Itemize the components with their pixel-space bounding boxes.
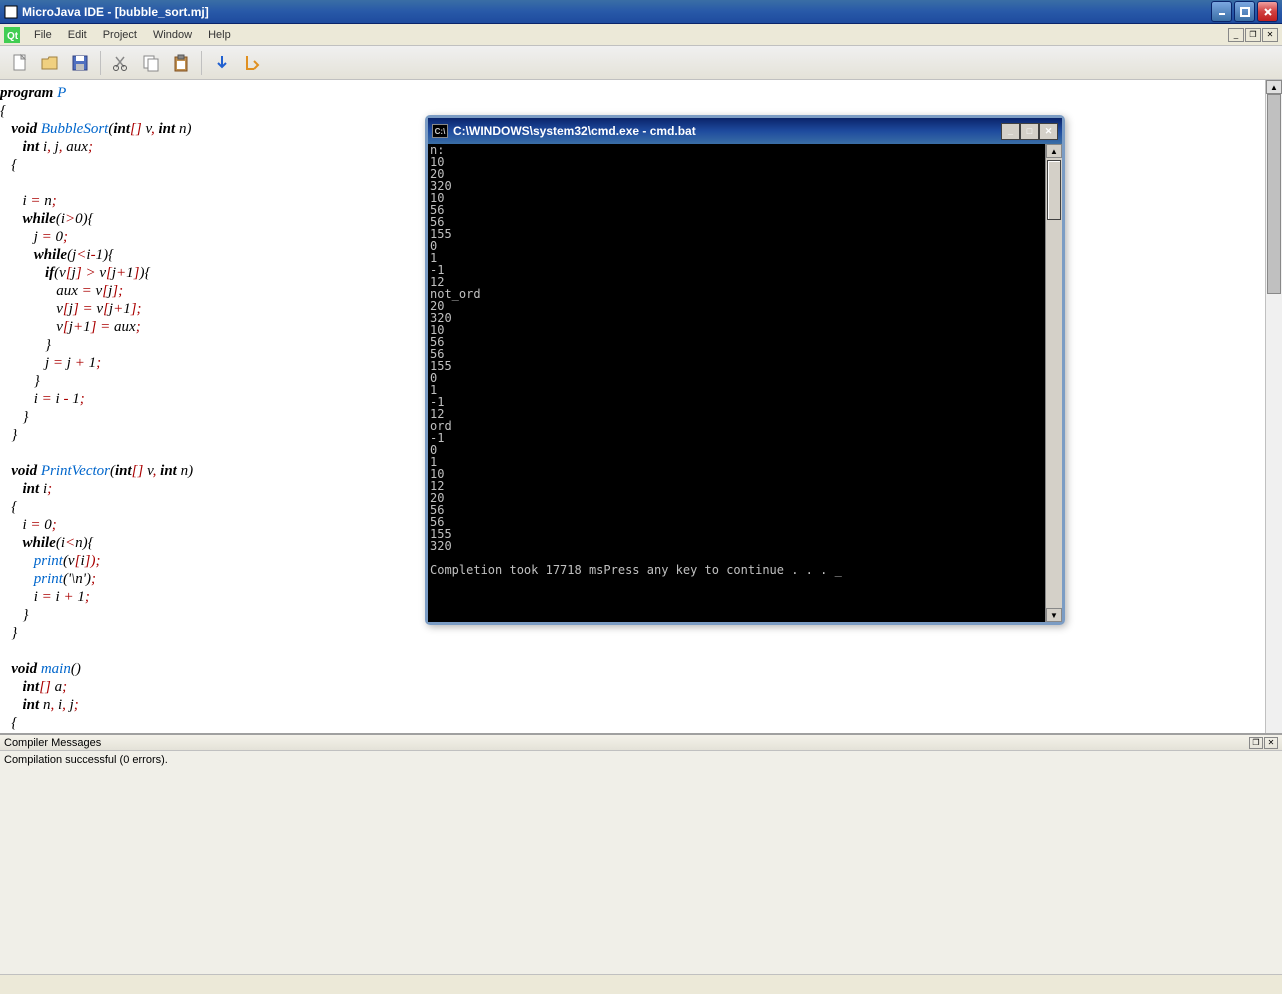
run-button[interactable]	[208, 49, 236, 77]
compiler-restore-button[interactable]: ❐	[1249, 737, 1263, 749]
cmd-title: C:\WINDOWS\system32\cmd.exe - cmd.bat	[453, 124, 1001, 138]
minimize-button[interactable]	[1211, 1, 1232, 22]
menu-edit[interactable]: Edit	[60, 27, 95, 43]
menu-window[interactable]: Window	[145, 27, 200, 43]
qt-icon: Qt	[4, 27, 20, 43]
cmd-body: n: 10 20 320 10 56 56 155 0 1 -1 12 not_…	[428, 144, 1062, 622]
cut-button[interactable]	[107, 49, 135, 77]
statusbar	[0, 974, 1282, 994]
cmd-maximize-button[interactable]: □	[1020, 123, 1039, 140]
mdi-close-button[interactable]: ✕	[1262, 28, 1278, 42]
cmd-scroll-thumb[interactable]	[1047, 160, 1061, 220]
close-button[interactable]	[1257, 1, 1278, 22]
compiler-header-label: Compiler Messages	[4, 737, 1248, 749]
compiler-messages: Compilation successful (0 errors).	[0, 751, 1282, 769]
toolbar-separator	[201, 51, 202, 75]
new-file-button[interactable]	[6, 49, 34, 77]
cmd-icon: C:\	[432, 124, 448, 138]
cmd-scroll-up[interactable]: ▲	[1046, 144, 1062, 158]
mdi-restore-button[interactable]: ❐	[1245, 28, 1261, 42]
svg-text:Qt: Qt	[7, 31, 19, 42]
cmd-output[interactable]: n: 10 20 320 10 56 56 155 0 1 -1 12 not_…	[428, 144, 1045, 622]
window-titlebar: MicroJava IDE - [bubble_sort.mj]	[0, 0, 1282, 24]
menubar: Qt FileEditProjectWindowHelp _ ❐ ✕	[0, 24, 1282, 46]
menu-help[interactable]: Help	[200, 27, 239, 43]
command-window: C:\ C:\WINDOWS\system32\cmd.exe - cmd.ba…	[425, 115, 1065, 625]
cmd-close-button[interactable]: ✕	[1039, 123, 1058, 140]
compiler-close-button[interactable]: ✕	[1264, 737, 1278, 749]
paste-button[interactable]	[167, 49, 195, 77]
open-file-button[interactable]	[36, 49, 64, 77]
maximize-button[interactable]	[1234, 1, 1255, 22]
menu-file[interactable]: File	[26, 27, 60, 43]
scroll-thumb[interactable]	[1267, 94, 1281, 294]
cmd-minimize-button[interactable]: _	[1001, 123, 1020, 140]
compiler-message-text: Compilation successful (0 errors).	[4, 754, 168, 766]
cmd-titlebar[interactable]: C:\ C:\WINDOWS\system32\cmd.exe - cmd.ba…	[428, 118, 1062, 144]
toolbar	[0, 46, 1282, 80]
compiler-panel-header: Compiler Messages ❐ ✕	[0, 735, 1282, 751]
copy-button[interactable]	[137, 49, 165, 77]
save-file-button[interactable]	[66, 49, 94, 77]
menu-project[interactable]: Project	[95, 27, 145, 43]
cmd-scroll-down[interactable]: ▼	[1046, 608, 1062, 622]
window-title: MicroJava IDE - [bubble_sort.mj]	[22, 5, 1211, 19]
cmd-scrollbar[interactable]: ▲ ▼	[1045, 144, 1062, 622]
toolbar-separator	[100, 51, 101, 75]
mdi-minimize-button[interactable]: _	[1228, 28, 1244, 42]
scroll-up-button[interactable]: ▲	[1266, 80, 1282, 94]
app-icon	[4, 5, 18, 19]
debug-button[interactable]	[238, 49, 266, 77]
